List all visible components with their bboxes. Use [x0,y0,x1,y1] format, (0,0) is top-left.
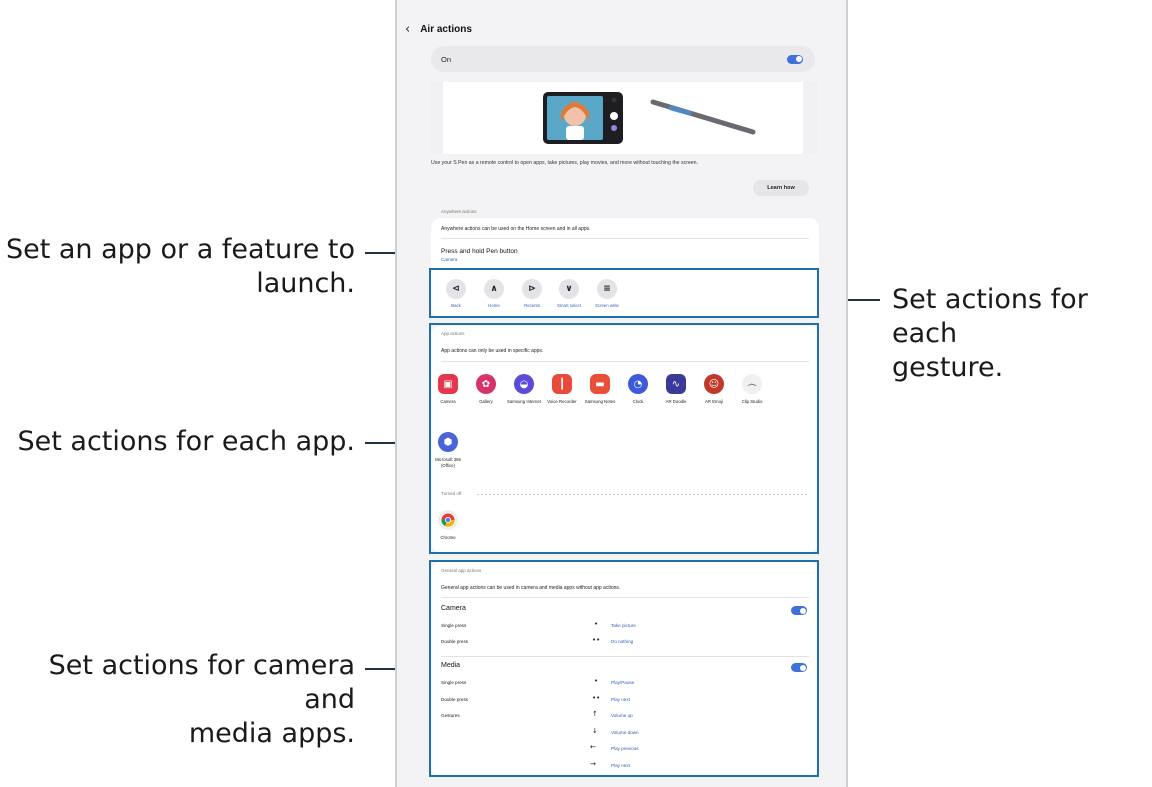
callout-gesture: Set actions for each gesture. [892,283,1147,385]
gesture-highlight-box [429,268,819,318]
callout-gesture-line2: gesture. [892,352,1004,383]
anywhere-divider [441,238,809,239]
hero-side-right [803,82,817,154]
app-bar: ‹ Air actions [405,22,472,37]
master-switch-label: On [441,54,452,64]
master-toggle[interactable] [787,54,803,64]
hero-illustration [443,82,803,154]
app-actions-highlight-box [429,323,819,554]
description-text: Use your S Pen as a remote control to op… [431,160,699,166]
master-switch-row[interactable]: On [431,46,815,72]
general-actions-highlight-box [429,560,819,777]
callout-launch-line1: Set an app or a feature to [5,234,355,265]
callout-media-line2: media apps. [188,718,355,749]
callout-media-line1: Set actions for camera and [48,650,355,715]
anywhere-section-label: Anywhere actions [441,209,477,214]
callout-app: Set actions for each app. [0,425,356,459]
press-hold-row[interactable]: Press and hold Pen button Camera [441,248,518,262]
callout-app-text: Set actions for each app. [17,426,356,457]
callout-gesture-line1: Set actions for each [892,284,1088,349]
spen-illustration [543,92,756,144]
press-hold-title: Press and hold Pen button [441,248,518,255]
callout-launch-line2: launch. [256,268,355,299]
callout-launch: Set an app or a feature to launch. [0,233,355,301]
callout-media: Set actions for camera and media apps. [0,649,355,751]
press-hold-value: Camera [441,257,458,262]
learn-how-button[interactable]: Learn how [753,180,809,196]
chevron-left-icon[interactable]: ‹ [405,22,410,37]
anywhere-info: Anywhere actions can be used on the Home… [441,226,591,232]
page-title: Air actions [420,24,472,35]
